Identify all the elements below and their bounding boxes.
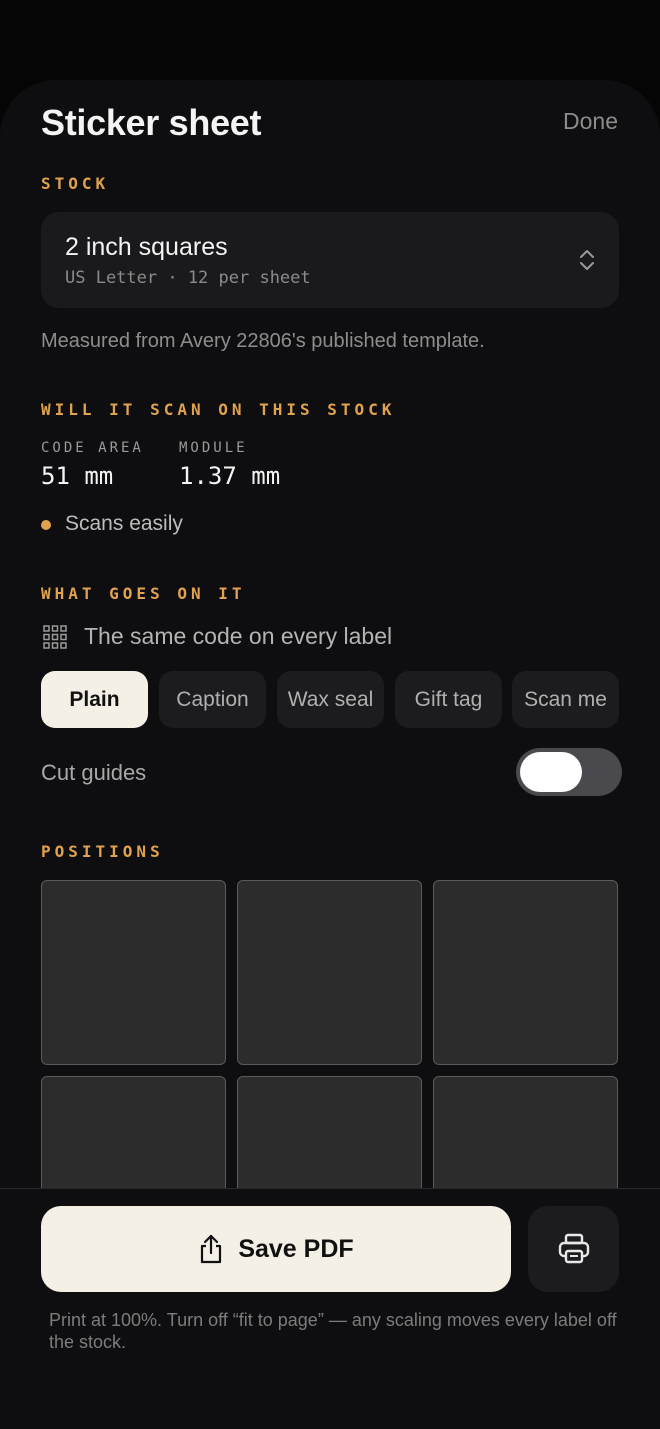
chip-plain[interactable]: Plain	[41, 671, 148, 728]
stock-note: Measured from Avery 22806's published te…	[41, 330, 485, 352]
style-chips: Plain Caption Wax seal Gift tag Scan me	[41, 671, 619, 728]
position-cell-1[interactable]	[41, 880, 226, 1065]
chip-gift-tag[interactable]: Gift tag	[395, 671, 502, 728]
content-mode[interactable]: The same code on every label	[84, 623, 392, 650]
print-button[interactable]	[528, 1206, 619, 1292]
code-area-value: 51 mm	[41, 462, 114, 490]
module-value: 1.37 mm	[179, 462, 281, 490]
chip-wax-seal[interactable]: Wax seal	[277, 671, 384, 728]
cut-guides-toggle[interactable]	[516, 748, 622, 796]
stock-detail: US Letter · 12 per sheet	[65, 268, 311, 288]
code-area-label: CODE AREA	[41, 440, 144, 456]
print-footnote: Print at 100%. Turn off “fit to page” — …	[49, 1310, 617, 1352]
chip-scan-me[interactable]: Scan me	[512, 671, 619, 728]
module-label: MODULE	[179, 440, 248, 456]
done-button[interactable]: Done	[563, 108, 618, 135]
chip-caption[interactable]: Caption	[159, 671, 266, 728]
position-cell-2[interactable]	[237, 880, 422, 1065]
position-cell-3[interactable]	[433, 880, 618, 1065]
status-dot	[41, 520, 51, 530]
toggle-knob	[520, 752, 582, 792]
content-section-label: WHAT GOES ON IT	[41, 584, 246, 603]
stock-section-label: STOCK	[41, 174, 110, 193]
chevron-up-down-icon	[580, 250, 594, 270]
grid-icon	[43, 625, 67, 649]
save-pdf-label: Save PDF	[238, 1234, 354, 1263]
cut-guides-label: Cut guides	[41, 760, 147, 785]
save-pdf-button[interactable]: Save PDF	[41, 1206, 511, 1292]
scan-section-label: WILL IT SCAN ON THIS STOCK	[41, 400, 396, 419]
scan-status: Scans easily	[65, 512, 183, 535]
stock-name: 2 inch squares	[65, 233, 228, 261]
stock-select[interactable]: 2 inch squares US Letter · 12 per sheet	[41, 212, 619, 308]
positions-section-label: POSITIONS	[41, 842, 164, 861]
printer-icon	[558, 1233, 589, 1264]
page-title: Sticker sheet	[41, 102, 262, 143]
share-icon	[201, 1234, 222, 1264]
